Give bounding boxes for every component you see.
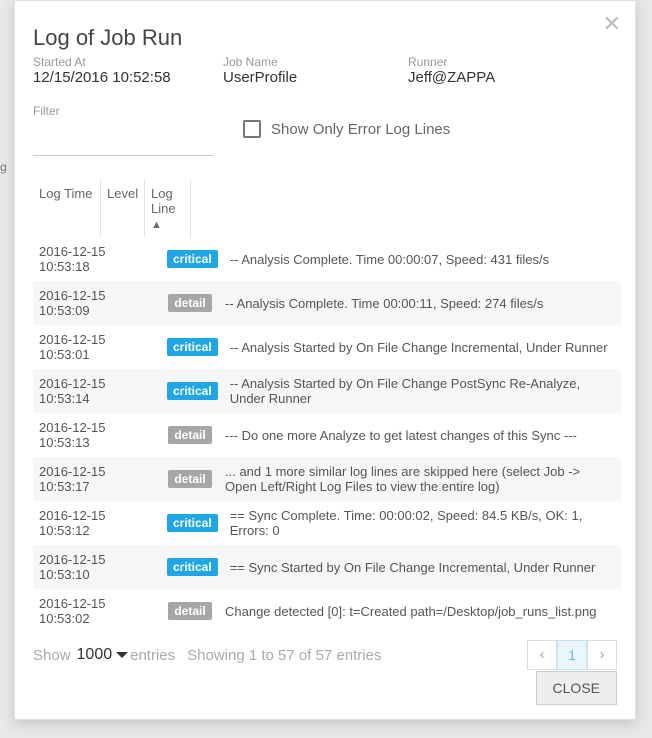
filter-input[interactable] xyxy=(33,132,213,156)
show-only-errors-checkbox[interactable]: Show Only Error Log Lines xyxy=(243,120,450,138)
table-row[interactable]: 2016-12-15 10:53:18 critical -- Analysis C… xyxy=(33,237,621,281)
entries-word: entries xyxy=(130,647,175,664)
cell-log-time: 2016-12-15 10:53:14 xyxy=(33,369,161,413)
cell-log-time: 2016-12-15 10:53:09 xyxy=(33,281,161,325)
level-badge: critical xyxy=(167,558,218,576)
cell-message: --- Do one more Analyze to get latest ch… xyxy=(219,421,621,450)
started-at-label: Started At xyxy=(33,55,203,69)
table-header: Log Time Level Log Line ▲ xyxy=(33,180,621,237)
runner-label: Runner xyxy=(408,55,495,69)
level-badge: detail xyxy=(168,294,211,312)
job-name-value: UserProfile xyxy=(223,69,388,86)
sort-asc-icon: ▲ xyxy=(151,219,162,231)
pager-prev[interactable]: ‹ xyxy=(527,640,557,670)
cell-log-time: 2016-12-15 10:53:01 xyxy=(33,325,161,369)
cell-level: critical xyxy=(161,375,224,407)
cell-log-time: 2016-12-15 10:53:18 xyxy=(33,237,161,281)
cell-level: critical xyxy=(161,551,224,583)
close-icon[interactable]: ✕ xyxy=(603,11,621,37)
cell-message: == Sync Complete. Time: 00:00:02, Speed:… xyxy=(224,501,621,545)
table-row[interactable]: 2016-12-15 10:53:02 detail Change detected… xyxy=(33,589,621,632)
cell-level: critical xyxy=(161,243,224,275)
table-row[interactable]: 2016-12-15 10:53:13 detail --- Do one more… xyxy=(33,413,621,457)
level-badge: detail xyxy=(168,426,211,444)
cell-message: ... and 1 more similar log lines are ski… xyxy=(219,457,621,501)
table-row[interactable]: 2016-12-15 10:53:17 detail ... and 1 more … xyxy=(33,457,621,501)
cell-log-time: 2016-12-15 10:53:10 xyxy=(33,545,161,589)
page-size-select[interactable]: 1000 xyxy=(77,646,129,664)
col-level[interactable]: Level xyxy=(101,180,145,237)
job-name-label: Job Name xyxy=(223,55,388,69)
cell-level: critical xyxy=(161,331,224,363)
pager: ‹ 1 › xyxy=(527,640,617,670)
cell-message: -- Analysis Complete. Time 00:00:07, Spe… xyxy=(224,245,621,274)
cell-message: -- Analysis Complete. Time 00:00:11, Spe… xyxy=(219,289,621,318)
cell-message: Change detected [0]: t=Created path=/Des… xyxy=(219,597,621,626)
cell-level: detail xyxy=(161,419,219,451)
started-at-value: 12/15/2016 10:52:58 xyxy=(33,69,203,86)
table-row[interactable]: 2016-12-15 10:53:01 critical -- Analysis S… xyxy=(33,325,621,369)
level-badge: detail xyxy=(168,470,211,488)
job-run-log-modal: ✕ Log of Job Run Started At 12/15/2016 1… xyxy=(14,0,636,720)
modal-title: Log of Job Run xyxy=(33,25,617,51)
level-badge: critical xyxy=(167,382,218,400)
log-table: Log Time Level Log Line ▲ 2016-12-15 10:… xyxy=(33,180,617,632)
cell-level: detail xyxy=(161,463,219,495)
level-badge: critical xyxy=(167,514,218,532)
pager-current[interactable]: 1 xyxy=(557,640,587,670)
filter-label: Filter xyxy=(33,104,617,118)
col-log-time[interactable]: Log Time xyxy=(33,180,101,237)
checkbox-icon xyxy=(243,120,261,138)
cell-log-time: 2016-12-15 10:53:17 xyxy=(33,457,161,501)
metadata-row: Started At 12/15/2016 10:52:58 Job Name … xyxy=(33,55,617,86)
cell-log-time: 2016-12-15 10:53:02 xyxy=(33,589,161,632)
table-row[interactable]: 2016-12-15 10:53:09 detail -- Analysis Com… xyxy=(33,281,621,325)
level-badge: critical xyxy=(167,250,218,268)
cell-log-time: 2016-12-15 10:53:12 xyxy=(33,501,161,545)
cell-level: detail xyxy=(161,595,219,627)
table-row[interactable]: 2016-12-15 10:53:14 critical -- Analysis S… xyxy=(33,369,621,413)
show-word: Show xyxy=(33,647,71,664)
show-only-errors-label: Show Only Error Log Lines xyxy=(271,121,450,138)
cell-message: == Sync Started by On File Change Increm… xyxy=(224,553,621,582)
table-body[interactable]: 2016-12-15 10:53:18 critical -- Analysis C… xyxy=(33,237,621,632)
level-badge: critical xyxy=(167,338,218,356)
close-button[interactable]: CLOSE xyxy=(536,671,617,705)
background-fragment: g xyxy=(0,160,7,174)
runner-value: Jeff@ZAPPA xyxy=(408,69,495,86)
table-row[interactable]: 2016-12-15 10:53:10 critical == Sync Start… xyxy=(33,545,621,589)
table-row[interactable]: 2016-12-15 10:53:12 critical == Sync Compl… xyxy=(33,501,621,545)
cell-log-time: 2016-12-15 10:53:13 xyxy=(33,413,161,457)
cell-level: critical xyxy=(161,507,224,539)
pager-next[interactable]: › xyxy=(587,640,617,670)
cell-message: -- Analysis Started by On File Change Po… xyxy=(224,369,621,413)
cell-level: detail xyxy=(161,287,219,319)
level-badge: detail xyxy=(168,602,211,620)
col-log-line[interactable]: Log Line ▲ xyxy=(145,180,191,237)
table-footer: Show 1000 entries Showing 1 to 57 of 57 … xyxy=(33,640,617,670)
showing-info: Showing 1 to 57 of 57 entries xyxy=(187,647,381,664)
caret-down-icon xyxy=(116,652,128,658)
cell-message: -- Analysis Started by On File Change In… xyxy=(224,333,621,362)
